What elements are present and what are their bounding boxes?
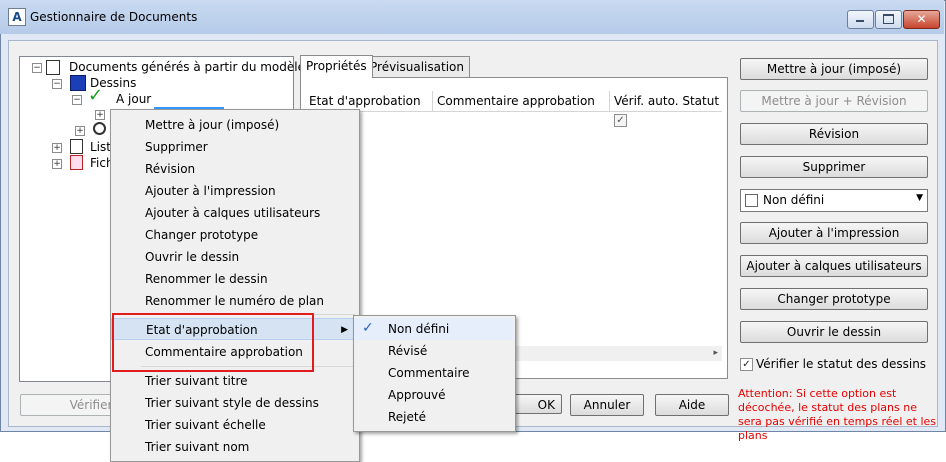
menu-item-change-prototype[interactable]: Changer prototype [111,224,357,246]
menu-item-add-print[interactable]: Ajouter à l'impression [111,180,357,202]
minimize-button[interactable] [847,10,874,29]
add-user-layers-button[interactable]: Ajouter à calques utilisateurs [740,255,928,277]
submenu-item-approved[interactable]: Approuvé [354,384,513,406]
menu-item-update-forced[interactable]: Mettre à jour (imposé) [111,114,357,136]
column-divider[interactable] [432,91,433,111]
list-icon [70,139,83,154]
tab-properties[interactable]: Propriétés [300,55,373,78]
verify-status-label: Vérifier le statut des dessins [756,357,927,371]
tree-item-uptodate[interactable]: A jour [116,92,151,106]
auto-check-checkbox[interactable]: ✓ [614,114,627,127]
attention-note: Attention: Si cette option est décochée,… [738,387,936,442]
approval-state-select[interactable]: Non défini ▼ [740,189,928,212]
documents-icon [46,60,60,75]
tree-root-label[interactable]: Documents générés à partir du modèle [69,60,305,74]
change-prototype-button[interactable]: Changer prototype [740,288,928,310]
menu-item-sort-scale[interactable]: Trier suivant échelle [111,414,357,436]
column-approval-comment[interactable]: Commentaire approbation [437,94,595,108]
close-icon: ✕ [916,12,927,26]
drawings-icon [70,75,86,91]
collapse-icon[interactable]: − [52,79,62,89]
close-button[interactable]: ✕ [903,10,940,29]
column-divider[interactable] [609,91,610,111]
submenu-arrow-icon: ▶ [341,325,348,335]
revision-button[interactable]: Révision [740,123,928,145]
menu-item-rename-drawing[interactable]: Renommer le dessin [111,268,357,290]
expand-icon[interactable]: + [75,126,85,136]
submenu-item-comment[interactable]: Commentaire [354,362,513,384]
menu-item-sort-style[interactable]: Trier suivant style de dessins [111,392,357,414]
add-print-button[interactable]: Ajouter à l'impression [740,222,928,244]
menu-item-sort-title[interactable]: Trier suivant titre [111,370,357,392]
context-menu: Mettre à jour (imposé) Supprimer Révisio… [110,109,360,462]
menu-item-sort-name[interactable]: Trier suivant nom [111,436,357,458]
expand-icon[interactable]: + [52,143,62,153]
approval-state-value: Non défini [763,193,825,207]
cancel-button[interactable]: Annuler [570,394,644,416]
collapse-icon[interactable]: − [72,95,82,105]
title-bar[interactable]: A Gestionnaire de Documents ✕ [0,0,944,34]
collapse-icon[interactable]: − [32,63,42,73]
column-approval-state[interactable]: Etat d'approbation [309,94,421,108]
chevron-down-icon[interactable]: ▼ [916,193,923,203]
scroll-right-icon[interactable]: ▸ [713,348,718,358]
submenu-item-rejected[interactable]: Rejeté [354,406,513,428]
menu-item-add-layers[interactable]: Ajouter à calques utilisateurs [111,202,357,224]
update-revision-button[interactable]: Mettre à jour + Révision [740,90,928,112]
approval-submenu: ✓ Non défini Révisé Commentaire Approuvé… [353,315,516,432]
highlight-annotation-box [112,313,314,372]
menu-item-revision[interactable]: Révision [111,158,357,180]
tab-preview[interactable]: Prévisualisation [364,56,470,77]
expand-icon[interactable]: + [95,110,105,120]
file-icon [70,155,83,170]
window-title: Gestionnaire de Documents [30,10,198,24]
help-button[interactable]: Aide [655,394,729,416]
submenu-item-undefined[interactable]: Non défini [354,318,513,340]
open-drawing-button[interactable]: Ouvrir le dessin [740,321,928,343]
column-auto-check-status[interactable]: Vérif. auto. Statut [614,94,719,108]
submenu-item-revised[interactable]: Révisé [354,340,513,362]
update-forced-button[interactable]: Mettre à jour (imposé) [740,58,928,80]
menu-item-delete[interactable]: Supprimer [111,136,357,158]
delete-button[interactable]: Supprimer [740,156,928,178]
expand-icon[interactable]: + [52,159,62,169]
menu-item-open-drawing[interactable]: Ouvrir le dessin [111,246,357,268]
status-swatch-icon [745,194,758,207]
app-logo-icon: A [8,8,26,26]
magnifier-icon [93,122,106,135]
menu-item-rename-plan-number[interactable]: Renommer le numéro de plan [111,290,357,312]
properties-grid-header: Etat d'approbation Commentaire approbati… [304,91,722,112]
maximize-button[interactable] [875,10,902,29]
checkmark-icon: ✓ [88,85,104,106]
verify-status-checkbox[interactable]: ✓ [740,358,753,371]
